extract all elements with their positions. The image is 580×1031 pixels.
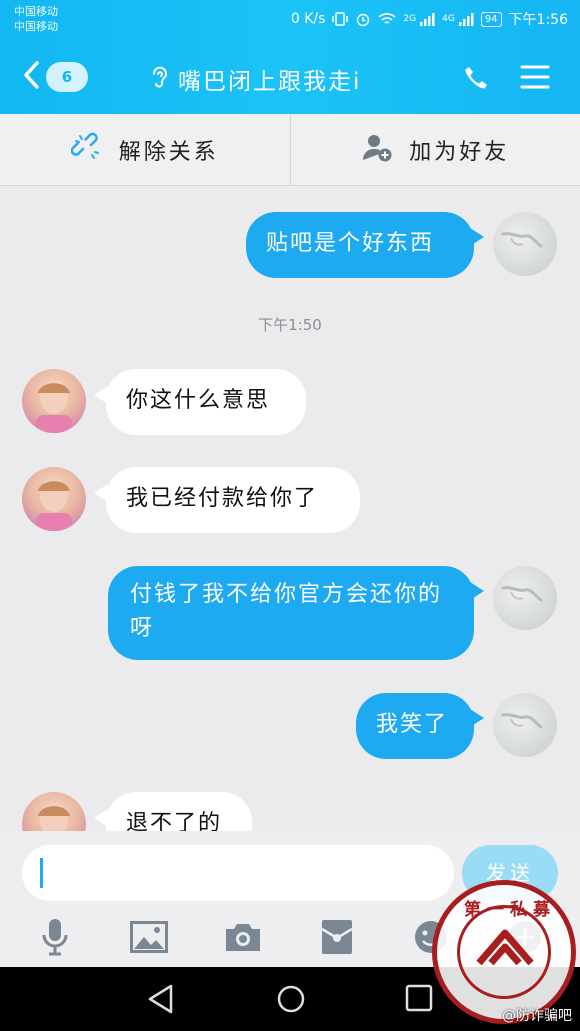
chat-header: 6 嘴巴闭上跟我走i (0, 40, 580, 114)
battery-indicator: 94 (480, 11, 502, 27)
net-speed: 0 K/s (290, 11, 326, 27)
signal-bars-icon (419, 12, 435, 26)
voice-button[interactable] (30, 917, 80, 961)
message-bubble-sent[interactable]: 贴吧是个好东西 (246, 212, 474, 278)
nav-recents-button[interactable] (404, 983, 434, 1017)
avatar[interactable] (22, 792, 86, 831)
message-bubble-received[interactable]: 我已经付款给你了 (106, 467, 360, 533)
relationship-action-bar: 解除关系 加为好友 (0, 114, 580, 186)
ear-icon (150, 64, 168, 94)
camera-icon (224, 921, 262, 957)
square-recents-icon (404, 984, 434, 1017)
avatar[interactable] (493, 693, 557, 757)
add-friend-button[interactable]: 加为好友 (289, 114, 580, 185)
add-friend-label: 加为好友 (409, 139, 510, 165)
signal-bars-icon (458, 12, 474, 26)
clock: 下午1:56 (508, 12, 568, 28)
message-timestamp: 下午1:50 (258, 316, 322, 334)
unread-badge: 6 (46, 62, 88, 92)
wifi-icon (378, 12, 396, 26)
nav-home-button[interactable] (275, 983, 307, 1019)
message-bubble-received[interactable]: 退不了的 (106, 792, 252, 831)
message-bubble-sent[interactable]: 付钱了我不给你官方会还你的呀 (108, 566, 474, 660)
red-packet-button[interactable] (312, 917, 362, 961)
add-user-icon (361, 131, 393, 169)
camera-button[interactable] (218, 917, 268, 961)
text-caret (40, 858, 43, 888)
nav-back-button[interactable] (146, 983, 176, 1019)
watermark-credit: @防诈骗吧 (502, 1008, 572, 1024)
avatar[interactable] (493, 566, 557, 630)
message-list[interactable]: 贴吧是个好东西 下午1:50 你这什么意思 我已经付款给你了 付钱了我不给你官方… (0, 186, 580, 831)
seal-emblem-icon (476, 929, 534, 966)
carrier-label: 中国移动 中国移动 (14, 4, 58, 34)
carrier-line-2: 中国移动 (14, 20, 58, 33)
vibrate-icon (332, 11, 349, 27)
message-bubble-sent[interactable]: 我笑了 (356, 693, 474, 759)
signal-2g: 2G (403, 14, 417, 24)
page-title: 嘴巴闭上跟我走i (178, 69, 362, 95)
triangle-back-icon (146, 984, 176, 1019)
unlink-label: 解除关系 (118, 139, 219, 165)
alarm-icon (355, 11, 371, 27)
carrier-line-1: 中国移动 (14, 5, 58, 18)
unlink-button[interactable]: 解除关系 (0, 114, 290, 185)
circle-home-icon (275, 985, 307, 1019)
image-button[interactable] (124, 917, 174, 961)
watermark-seal: 第一私募 (432, 880, 576, 1024)
back-chevron-icon (22, 60, 40, 94)
status-bar: 中国移动 中国移动 0 K/s 2G 4G 94 下午1:56 (0, 0, 580, 40)
phone-icon (462, 67, 490, 96)
signal-4g: 4G (442, 14, 455, 24)
bubble-tail (470, 582, 484, 600)
microphone-icon (39, 917, 71, 961)
bubble-tail (470, 709, 484, 727)
image-icon (130, 921, 168, 957)
avatar[interactable] (493, 212, 557, 276)
status-indicators: 0 K/s 2G 4G 94 下午1:56 (291, 9, 568, 29)
top-bar: 中国移动 中国移动 0 K/s 2G 4G 94 下午1:56 6 嘴巴闭上跟我… (0, 0, 580, 114)
menu-button[interactable] (520, 64, 550, 94)
broken-link-icon (70, 131, 103, 169)
title-group: 嘴巴闭上跟我走i (150, 62, 361, 96)
call-button[interactable] (462, 64, 490, 96)
message-bubble-received[interactable]: 你这什么意思 (106, 369, 306, 435)
bubble-tail (470, 228, 484, 246)
message-input[interactable] (22, 845, 454, 901)
seal-text: 第一私募 (464, 900, 556, 920)
menu-icon (520, 65, 550, 94)
avatar[interactable] (22, 467, 86, 531)
avatar[interactable] (22, 369, 86, 433)
back-button[interactable]: 6 (22, 60, 88, 94)
red-packet-icon (321, 919, 353, 959)
